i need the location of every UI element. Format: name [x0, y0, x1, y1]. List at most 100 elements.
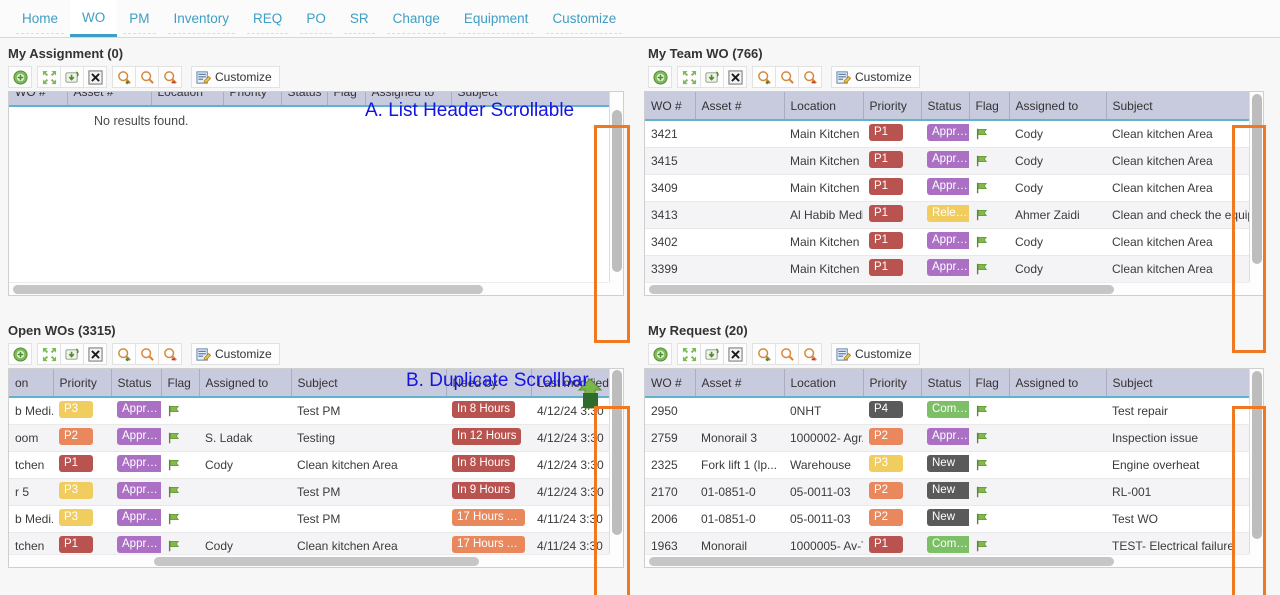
- nav-tab-pm[interactable]: PM: [117, 0, 161, 37]
- cell-wo-number[interactable]: 3421: [645, 120, 695, 148]
- column-header-wo[interactable]: WO #: [645, 92, 696, 121]
- expand-button[interactable]: [677, 343, 701, 365]
- column-header-status[interactable]: Status: [281, 92, 328, 107]
- horizontal-scrollbar-my-team-wo[interactable]: [645, 282, 1249, 295]
- table-row[interactable]: tchen P1 Appro... Cody Clean kitchen Area 17 …: [9, 532, 609, 554]
- column-header-flag[interactable]: Flag: [969, 92, 1010, 121]
- table-row[interactable]: 3415 Main Kitchen P1 Appro... Cody Clean kitc…: [645, 147, 1249, 175]
- vertical-scrollbar-my-request[interactable]: [1249, 369, 1263, 554]
- column-header-subject[interactable]: Subject: [1106, 369, 1249, 398]
- column-header-assigned-to[interactable]: Assigned to: [1009, 92, 1107, 121]
- cell-wo-number[interactable]: 3402: [645, 228, 695, 256]
- cell-wo-number[interactable]: 3409: [645, 174, 695, 202]
- customize-button[interactable]: Customize: [191, 343, 280, 365]
- cell-wo-number[interactable]: 2325: [645, 451, 695, 479]
- horizontal-scrollbar-my-request[interactable]: [645, 554, 1249, 567]
- table-row[interactable]: b Medi...P3Appro...Test PMIn 8 Hours4/12…: [9, 397, 609, 425]
- close-button[interactable]: [83, 66, 107, 88]
- search-add-button[interactable]: [112, 66, 136, 88]
- table-row[interactable]: 3399 Main Kitchen P1 Appro... Cody Clean kitc…: [645, 255, 1249, 282]
- column-header-status[interactable]: Status: [921, 369, 970, 398]
- cell-wo-number[interactable]: 3399: [645, 255, 695, 282]
- table-row[interactable]: 2759Monorail 31000002- Agr...P2Appro... I…: [645, 424, 1249, 452]
- close-button[interactable]: [723, 66, 747, 88]
- export-button[interactable]: [60, 66, 84, 88]
- export-button[interactable]: [700, 66, 724, 88]
- column-header-asset[interactable]: Asset #: [67, 92, 152, 107]
- column-header-assigned-to[interactable]: Assigned to: [199, 369, 292, 398]
- column-header-subject[interactable]: Subject: [1106, 92, 1249, 121]
- cell-wo-number[interactable]: 2170: [645, 478, 695, 506]
- nav-tab-wo[interactable]: WO: [70, 0, 118, 37]
- column-header-priority[interactable]: Priority: [223, 92, 282, 107]
- table-row[interactable]: r 5 P3 Appro... Test PM In 9 Hours 4/12/24 3:…: [9, 478, 609, 506]
- column-header-asset[interactable]: Asset #: [695, 92, 785, 121]
- column-header-wo[interactable]: WO #: [9, 92, 68, 107]
- column-header-location[interactable]: Location: [784, 369, 864, 398]
- table-row[interactable]: 3421 Main Kitchen P1 Appro... Cody Clean kitc…: [645, 120, 1249, 148]
- expand-button[interactable]: [677, 66, 701, 88]
- customize-button[interactable]: Customize: [191, 66, 280, 88]
- export-button[interactable]: [700, 343, 724, 365]
- column-header-flag[interactable]: Flag: [327, 92, 366, 107]
- cell-wo-number[interactable]: 2950: [645, 397, 695, 425]
- column-header-flag[interactable]: Flag: [969, 369, 1010, 398]
- customize-button[interactable]: Customize: [831, 343, 920, 365]
- horizontal-scrollbar-thumb[interactable]: [154, 557, 479, 566]
- table-row[interactable]: 1963Monorail1000005- Av-T...P1Comp... TES…: [645, 532, 1249, 554]
- table-row[interactable]: 3409 Main Kitchen P1 Appro... Cody Clean kitc…: [645, 174, 1249, 202]
- vertical-scrollbar-thumb[interactable]: [1252, 94, 1262, 264]
- table-row[interactable]: 2170 01-0851-0 05-0011-03 P2 New RL-001: [645, 478, 1249, 506]
- table-header-my-request[interactable]: WO # Asset # Location Priority Status Flag Ass…: [645, 369, 1249, 398]
- cell-wo-number[interactable]: 1963: [645, 532, 695, 554]
- column-header-flag[interactable]: Flag: [161, 369, 200, 398]
- search-add-button[interactable]: [752, 343, 776, 365]
- table-header-my-team-wo[interactable]: WO # Asset # Location Priority Status Flag Ass…: [645, 92, 1249, 121]
- column-header-status[interactable]: Status: [111, 369, 162, 398]
- table-row[interactable]: 3413 Al Habib Medi...P1Relea... Ahmer Zaid…: [645, 201, 1249, 229]
- header-row[interactable]: WO #Asset #LocationPriorityStatusFlagAss…: [645, 369, 1249, 398]
- vertical-scrollbar-thumb[interactable]: [612, 110, 622, 272]
- add-button[interactable]: [648, 343, 672, 365]
- column-header-location[interactable]: Location: [784, 92, 864, 121]
- table-row[interactable]: 2006 01-0851-0 05-0011-03 P2 New Test WO: [645, 505, 1249, 533]
- search-button[interactable]: [135, 66, 159, 88]
- table-row[interactable]: 2325 Fork lift 1 (lp... Warehouse P3 New Engi…: [645, 451, 1249, 479]
- table-row[interactable]: oom P2 Appro... S. Ladak Testing In 12 Hours 4…: [9, 424, 609, 452]
- nav-tab-home[interactable]: Home: [10, 0, 70, 37]
- customize-button[interactable]: Customize: [831, 66, 920, 88]
- cell-wo-number[interactable]: 2006: [645, 505, 695, 533]
- add-button[interactable]: [8, 66, 32, 88]
- search-add-button[interactable]: [752, 66, 776, 88]
- table-row[interactable]: 3402 Main Kitchen P1 Appro... Cody Clean kitc…: [645, 228, 1249, 256]
- search-remove-button[interactable]: [158, 66, 182, 88]
- column-header-asset[interactable]: Asset #: [695, 369, 785, 398]
- search-remove-button[interactable]: [798, 343, 822, 365]
- cell-wo-number[interactable]: 2759: [645, 424, 695, 452]
- add-button[interactable]: [648, 66, 672, 88]
- close-button[interactable]: [83, 343, 107, 365]
- horizontal-scrollbar-thumb[interactable]: [649, 285, 1114, 294]
- vertical-scrollbar-open-wos[interactable]: [609, 369, 623, 554]
- search-remove-button[interactable]: [158, 343, 182, 365]
- column-header-priority[interactable]: Priority: [53, 369, 112, 398]
- vertical-scrollbar-my-assignment[interactable]: [609, 92, 623, 282]
- cell-wo-number[interactable]: 3413: [645, 201, 695, 229]
- column-header-wo[interactable]: WO #: [645, 369, 696, 398]
- table-row[interactable]: 2950 0NHT P4 Comp... Test repair: [645, 397, 1249, 425]
- column-header-status[interactable]: Status: [921, 92, 970, 121]
- search-add-button[interactable]: [112, 343, 136, 365]
- nav-tab-po[interactable]: PO: [294, 0, 338, 37]
- table-row[interactable]: tchen P1 Appro... Cody Clean kitchen Area In …: [9, 451, 609, 479]
- add-button[interactable]: [8, 343, 32, 365]
- column-header-on[interactable]: on: [9, 369, 54, 398]
- column-header-priority[interactable]: Priority: [863, 92, 922, 121]
- expand-button[interactable]: [37, 66, 61, 88]
- horizontal-scrollbar-thumb[interactable]: [13, 285, 483, 294]
- horizontal-scrollbar-open-wos[interactable]: [9, 554, 609, 567]
- search-button[interactable]: [135, 343, 159, 365]
- nav-tab-equipment[interactable]: Equipment: [452, 0, 541, 37]
- nav-tab-req[interactable]: REQ: [241, 0, 294, 37]
- vertical-scrollbar-my-team-wo[interactable]: [1249, 92, 1263, 282]
- nav-tab-inventory[interactable]: Inventory: [162, 0, 242, 37]
